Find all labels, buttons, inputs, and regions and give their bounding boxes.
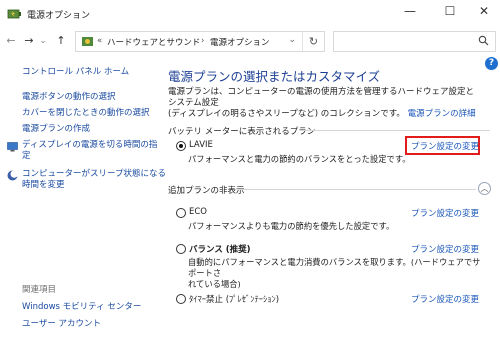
plan-name-lavie[interactable]: LAVIE xyxy=(189,140,213,150)
plan-radio-timer-off[interactable] xyxy=(176,294,186,304)
hidden-plans-heading[interactable]: 追加プランの非表示 xyxy=(168,184,245,196)
search-icon xyxy=(478,35,489,46)
plan-name-timer-off[interactable]: ﾀｲﾏｰ禁止 (ﾌﾟﾚｾﾞﾝﾃｰｼｮﾝ) xyxy=(189,293,279,305)
control-panel-home-link[interactable]: コントロール パネル ホーム xyxy=(22,67,129,78)
recent-locations-chevron-icon[interactable]: ⌄ xyxy=(38,33,48,50)
mobility-center-link[interactable]: Windows モビリティ センター xyxy=(22,302,141,313)
see-also-heading: 関連項目 xyxy=(22,285,57,295)
sleep-moon-icon xyxy=(7,170,18,181)
breadcrumb-power-options[interactable]: 電源オプション xyxy=(210,36,270,48)
collapse-chevron-icon[interactable]: ︿ xyxy=(478,182,491,195)
address-bar[interactable]: « ハードウェアとサウンド › 電源オプション ⌄ ↻ xyxy=(75,31,325,52)
plan-desc-balanced: 自動的にパフォーマンスと電力消費のバランスを取ります。(ハードウェアでサポートさ… xyxy=(188,257,488,290)
address-overflow-icon[interactable]: « xyxy=(97,36,102,46)
page-title: 電源プランの選択またはカスタマイズ xyxy=(168,69,381,84)
back-arrow-icon[interactable]: ← xyxy=(4,33,18,50)
forward-arrow-icon[interactable]: → xyxy=(22,33,36,50)
change-plan-settings-link-lavie[interactable]: プラン設定の変更 xyxy=(411,140,479,152)
sidebar-link-display-off-line1: ディスプレイの電源を切る時間の指 xyxy=(22,140,158,150)
plan-name-balanced[interactable]: バランス (推奨) xyxy=(189,243,251,255)
breadcrumb-separator-icon: › xyxy=(201,36,205,46)
sidebar-link-lid-close[interactable]: カバーを閉じたときの動作の選択 xyxy=(22,108,150,119)
close-button[interactable]: ✕ xyxy=(464,0,500,24)
control-panel-icon xyxy=(82,37,93,46)
sidebar-link-power-buttons[interactable]: 電源ボタンの動作の選択 xyxy=(22,92,116,103)
change-plan-settings-link-eco[interactable]: プラン設定の変更 xyxy=(411,207,479,219)
breadcrumb-hardware-sound[interactable]: ハードウェアとサウンド xyxy=(107,36,200,48)
power-options-icon xyxy=(7,9,21,19)
plan-name-eco[interactable]: ECO xyxy=(189,207,207,217)
change-plan-settings-link-timer-off[interactable]: プラン設定の変更 xyxy=(411,293,479,305)
plan-desc-eco: パフォーマンスよりも電力の節約を優先した設定です。 xyxy=(188,221,395,231)
sidebar-link-display-off[interactable]: ディスプレイの電源を切る時間の指 定 xyxy=(22,140,157,162)
address-dropdown-chevron-icon[interactable]: ⌄ xyxy=(288,35,296,45)
section-divider xyxy=(240,189,476,190)
section-divider xyxy=(300,130,490,131)
description-line-2: (ディスプレイの明るさやスリープなど) のコレクションです。 xyxy=(168,109,405,119)
window-title: 電源オプション xyxy=(27,11,91,21)
help-icon[interactable]: ? xyxy=(485,57,498,70)
title-bar: 電源オプション — ☐ ✕ xyxy=(0,0,500,28)
up-arrow-icon[interactable]: ↑ xyxy=(54,33,68,50)
description-line-1: 電源プランは、コンピューターの電源の使用方法を管理するハードウェア設定とシステム… xyxy=(168,87,475,108)
display-shield-icon xyxy=(7,142,18,152)
plan-desc-balanced-line1: 自動的にパフォーマンスと電力消費のバランスを取ります。(ハードウェアでサポートさ xyxy=(188,257,481,278)
sidebar-link-create-plan[interactable]: 電源プランの作成 xyxy=(22,124,90,135)
plan-radio-eco[interactable] xyxy=(176,208,186,218)
plan-radio-lavie[interactable] xyxy=(176,141,186,151)
plan-desc-balanced-line2: れている場合) xyxy=(188,279,241,289)
plan-radio-balanced[interactable] xyxy=(176,244,186,254)
sidebar-link-sleep-time-line2: 時間を変更 xyxy=(22,180,65,190)
refresh-icon[interactable]: ↻ xyxy=(302,32,324,51)
change-plan-settings-link-balanced[interactable]: プラン設定の変更 xyxy=(411,243,479,255)
power-plan-details-link[interactable]: 電源プランの詳細 xyxy=(408,109,476,119)
sidebar-link-display-off-line2: 定 xyxy=(22,151,31,161)
minimize-button[interactable]: — xyxy=(390,0,430,24)
page-description: 電源プランは、コンピューターの電源の使用方法を管理するハードウェア設定とシステム… xyxy=(168,87,478,120)
search-input[interactable] xyxy=(333,31,496,52)
sidebar-link-sleep-time-line1: コンピューターがスリープ状態になる xyxy=(22,169,166,179)
sidebar-link-sleep-time[interactable]: コンピューターがスリープ状態になる 時間を変更 xyxy=(22,169,166,191)
plan-desc-lavie: パフォーマンスと電力の節約のバランスをとった設定です。 xyxy=(188,154,411,164)
navigation-bar: ← → ⌄ ↑ « ハードウェアとサウンド › 電源オプション ⌄ ↻ xyxy=(0,28,500,56)
user-accounts-link[interactable]: ユーザー アカウント xyxy=(22,319,101,330)
battery-meter-plans-heading: バッテリ メーターに表示されるプラン xyxy=(168,127,316,137)
